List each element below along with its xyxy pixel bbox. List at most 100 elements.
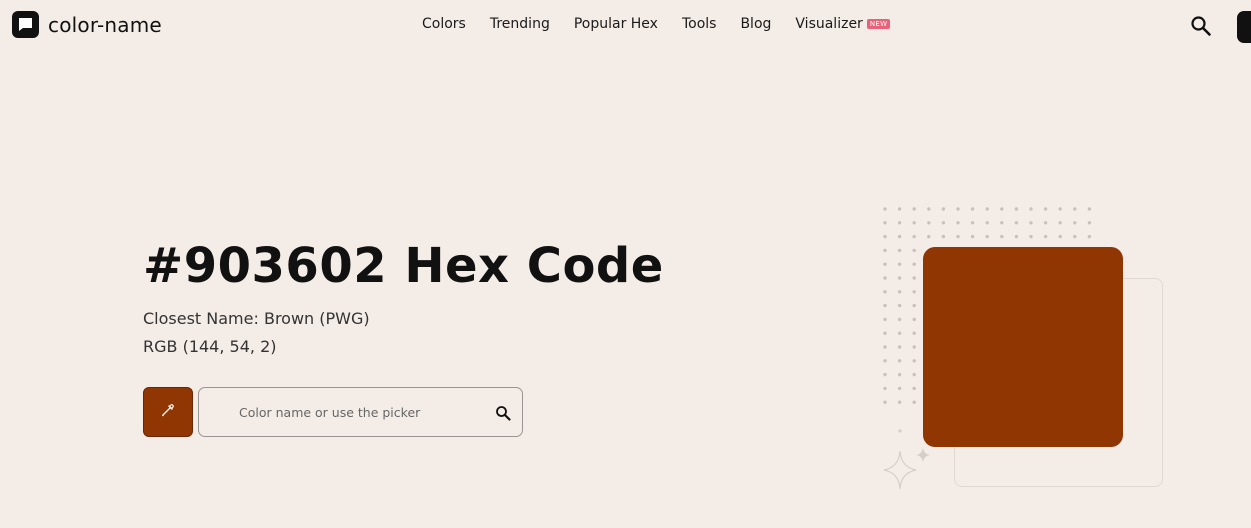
nav-label: Popular Hex [573,16,658,32]
sparkle-icon [883,429,930,490]
decor-dot [912,359,916,363]
color-search-input[interactable] [239,388,479,436]
decor-dot [985,234,989,239]
decor-dot [897,207,902,211]
decor-dot [927,221,931,225]
decor-dot [1000,234,1004,239]
decor-dot [883,262,887,266]
decor-dot [883,234,887,239]
decor-dot [897,248,902,253]
decor-dot [897,359,902,363]
search-icon[interactable] [495,405,511,421]
decor-dot [1043,207,1048,211]
nav-label: Visualizer [795,16,863,32]
decor-dot [1058,221,1062,225]
decor-dot [941,221,946,225]
decor-dot [1043,234,1048,239]
nav-label: Trending [489,16,550,32]
decor-dot [1014,207,1019,211]
color-picker-button[interactable] [143,387,193,437]
decor-dot [912,262,916,266]
decor-dot [897,331,902,335]
page: color-name Colors Trending Popular Hex T… [0,0,1251,528]
decor-dot [897,303,902,308]
decor-dot [1087,221,1092,225]
site-name: color-name [48,12,162,37]
decor-dot [1029,221,1033,225]
decor-dot [912,331,916,335]
color-swatch [923,247,1123,447]
search-icon [1190,16,1212,41]
decor-dot [883,276,887,280]
decor-dot [883,248,887,253]
decor-dot [1073,234,1077,239]
decor-dot [1058,207,1062,211]
decor-dot [912,276,916,280]
decor-dot [927,207,931,211]
closest-name: Closest Name: Brown (PWG) [143,309,370,328]
decor-dot [941,234,946,239]
nav-popular-hex[interactable]: Popular Hex [574,16,658,32]
decor-dot [883,221,887,225]
decor-dot [941,207,946,211]
nav-trending[interactable]: Trending [490,16,550,32]
nav-visualizer[interactable]: Visualizer NEW [795,16,891,32]
decor-dot [912,221,916,225]
decor-dot [956,207,960,211]
decor-dot [912,207,916,211]
nav-label: Tools [681,16,717,32]
decor-dot [912,345,916,349]
decor-dot [927,234,931,239]
decor-dot [912,386,916,391]
decor-dot [985,207,989,211]
decor-dot [897,234,902,239]
decor-dot [883,317,887,322]
chat-bubble-icon [12,11,39,38]
nav-tools[interactable]: Tools [682,16,717,32]
decor-dot [1000,207,1004,211]
color-search-box [198,387,523,437]
decor-dot [897,221,902,225]
decor-dot [912,317,916,322]
header-search-button[interactable] [1190,15,1212,37]
decor-dot [883,290,887,294]
nav-colors[interactable]: Colors [422,16,466,32]
decor-dot [1073,221,1077,225]
decor-dot [912,372,916,377]
decor-dot [912,234,916,239]
decor-dot [897,372,902,377]
decor-dot [1029,234,1033,239]
decor-dot [956,221,960,225]
decor-dot [912,400,916,404]
main-nav: Colors Trending Popular Hex Tools Blog V… [422,16,891,32]
decor-dot [883,386,887,391]
decor-dot [897,262,902,266]
decor-dot [1043,221,1048,225]
decor-dot [1087,234,1092,239]
rgb-value: RGB (144, 54, 2) [143,337,277,356]
decor-dot [985,221,989,225]
menu-button[interactable] [1237,11,1251,43]
decor-dot [1014,221,1019,225]
decor-dot [1014,234,1019,239]
decor-dot [912,290,916,294]
page-title: #903602 Hex Code [143,238,664,294]
decor-dot [912,303,916,308]
nav-label: Blog [740,16,772,32]
decor-dot [897,400,902,404]
decor-dot [897,345,902,349]
decor-dot [897,317,902,322]
decor-dot [1087,207,1092,211]
decor-dot [897,290,902,294]
decor-dot [956,234,960,239]
new-badge: NEW [866,19,891,29]
decor-dot [1058,234,1062,239]
decor-dot [970,221,975,225]
nav-blog[interactable]: Blog [740,16,771,32]
decor-dot [883,303,887,308]
decor-dot [883,207,887,211]
decor-dot [883,400,887,404]
decor-dot [883,345,887,349]
decor-dot [883,331,887,335]
site-logo[interactable]: color-name [12,11,162,38]
